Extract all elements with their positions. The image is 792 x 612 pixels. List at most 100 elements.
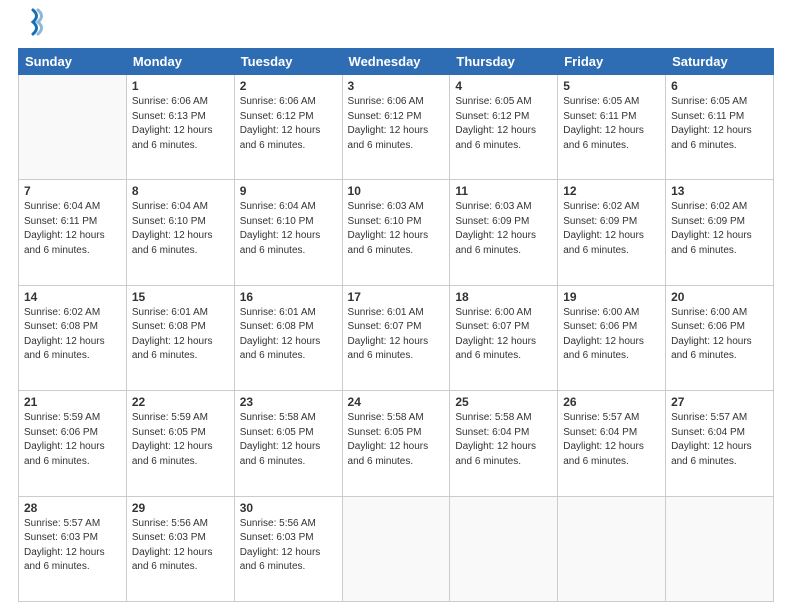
day-number: 14 bbox=[24, 290, 121, 304]
calendar-cell: 25 Sunrise: 5:58 AM Sunset: 6:04 PM Dayli… bbox=[450, 391, 558, 496]
day-number: 1 bbox=[132, 79, 229, 93]
day-info: Sunrise: 6:05 AM Sunset: 6:11 PM Dayligh… bbox=[563, 95, 660, 153]
calendar-cell: 21 Sunrise: 5:59 AM Sunset: 6:06 PM Dayli… bbox=[19, 391, 127, 496]
day-info: Sunrise: 6:02 AM Sunset: 6:09 PM Dayligh… bbox=[563, 200, 660, 258]
page: General Blue SundayMondayTuesdayWednesda… bbox=[0, 0, 792, 612]
day-info: Sunrise: 6:02 AM Sunset: 6:09 PM Dayligh… bbox=[671, 200, 768, 258]
calendar-cell: 14 Sunrise: 6:02 AM Sunset: 6:08 PM Dayli… bbox=[19, 285, 127, 390]
day-number: 19 bbox=[563, 290, 660, 304]
day-info: Sunrise: 5:56 AM Sunset: 6:03 PM Dayligh… bbox=[240, 517, 337, 575]
day-number: 18 bbox=[455, 290, 552, 304]
calendar-cell: 20 Sunrise: 6:00 AM Sunset: 6:06 PM Dayli… bbox=[666, 285, 774, 390]
header: General Blue bbox=[18, 18, 774, 38]
day-info: Sunrise: 6:05 AM Sunset: 6:12 PM Dayligh… bbox=[455, 95, 552, 153]
day-info: Sunrise: 6:04 AM Sunset: 6:10 PM Dayligh… bbox=[132, 200, 229, 258]
calendar-cell: 30 Sunrise: 5:56 AM Sunset: 6:03 PM Dayli… bbox=[234, 496, 342, 601]
calendar-cell: 27 Sunrise: 5:57 AM Sunset: 6:04 PM Dayli… bbox=[666, 391, 774, 496]
day-info: Sunrise: 6:00 AM Sunset: 6:07 PM Dayligh… bbox=[455, 306, 552, 364]
weekday-header-tuesday: Tuesday bbox=[234, 49, 342, 75]
calendar-cell bbox=[666, 496, 774, 601]
logo-wave-icon bbox=[22, 8, 44, 38]
calendar-cell: 8 Sunrise: 6:04 AM Sunset: 6:10 PM Daylig… bbox=[126, 180, 234, 285]
day-info: Sunrise: 6:03 AM Sunset: 6:09 PM Dayligh… bbox=[455, 200, 552, 258]
day-number: 16 bbox=[240, 290, 337, 304]
calendar-cell: 17 Sunrise: 6:01 AM Sunset: 6:07 PM Dayli… bbox=[342, 285, 450, 390]
day-number: 27 bbox=[671, 395, 768, 409]
calendar-cell: 7 Sunrise: 6:04 AM Sunset: 6:11 PM Daylig… bbox=[19, 180, 127, 285]
day-number: 6 bbox=[671, 79, 768, 93]
day-number: 20 bbox=[671, 290, 768, 304]
day-number: 7 bbox=[24, 184, 121, 198]
calendar-cell: 13Sunrise: 6:02 AM Sunset: 6:09 PM Dayli… bbox=[666, 180, 774, 285]
day-info: Sunrise: 6:00 AM Sunset: 6:06 PM Dayligh… bbox=[671, 306, 768, 364]
day-info: Sunrise: 5:57 AM Sunset: 6:04 PM Dayligh… bbox=[671, 411, 768, 469]
calendar-cell: 9 Sunrise: 6:04 AM Sunset: 6:10 PM Daylig… bbox=[234, 180, 342, 285]
day-number: 28 bbox=[24, 501, 121, 515]
day-number: 23 bbox=[240, 395, 337, 409]
day-info: Sunrise: 6:06 AM Sunset: 6:12 PM Dayligh… bbox=[348, 95, 445, 153]
calendar-cell bbox=[450, 496, 558, 601]
day-number: 15 bbox=[132, 290, 229, 304]
day-info: Sunrise: 6:05 AM Sunset: 6:11 PM Dayligh… bbox=[671, 95, 768, 153]
calendar-week-row: 14 Sunrise: 6:02 AM Sunset: 6:08 PM Dayli… bbox=[19, 285, 774, 390]
weekday-header-thursday: Thursday bbox=[450, 49, 558, 75]
day-number: 10 bbox=[348, 184, 445, 198]
calendar-cell: 29Sunrise: 5:56 AM Sunset: 6:03 PM Dayli… bbox=[126, 496, 234, 601]
day-number: 29 bbox=[132, 501, 229, 515]
day-info: Sunrise: 6:00 AM Sunset: 6:06 PM Dayligh… bbox=[563, 306, 660, 364]
calendar-cell: 19 Sunrise: 6:00 AM Sunset: 6:06 PM Dayli… bbox=[558, 285, 666, 390]
day-number: 5 bbox=[563, 79, 660, 93]
day-info: Sunrise: 6:04 AM Sunset: 6:10 PM Dayligh… bbox=[240, 200, 337, 258]
calendar-cell bbox=[342, 496, 450, 601]
calendar-cell: 24Sunrise: 5:58 AM Sunset: 6:05 PM Dayli… bbox=[342, 391, 450, 496]
day-info: Sunrise: 6:06 AM Sunset: 6:13 PM Dayligh… bbox=[132, 95, 229, 153]
weekday-header-wednesday: Wednesday bbox=[342, 49, 450, 75]
day-info: Sunrise: 5:59 AM Sunset: 6:05 PM Dayligh… bbox=[132, 411, 229, 469]
day-number: 2 bbox=[240, 79, 337, 93]
calendar-cell: 3 Sunrise: 6:06 AM Sunset: 6:12 PM Daylig… bbox=[342, 75, 450, 180]
weekday-header-monday: Monday bbox=[126, 49, 234, 75]
calendar-cell: 26Sunrise: 5:57 AM Sunset: 6:04 PM Dayli… bbox=[558, 391, 666, 496]
day-info: Sunrise: 6:04 AM Sunset: 6:11 PM Dayligh… bbox=[24, 200, 121, 258]
day-info: Sunrise: 6:01 AM Sunset: 6:07 PM Dayligh… bbox=[348, 306, 445, 364]
calendar-cell: 4 Sunrise: 6:05 AM Sunset: 6:12 PM Daylig… bbox=[450, 75, 558, 180]
day-number: 11 bbox=[455, 184, 552, 198]
calendar-week-row: 1 Sunrise: 6:06 AM Sunset: 6:13 PM Daylig… bbox=[19, 75, 774, 180]
day-number: 21 bbox=[24, 395, 121, 409]
day-number: 24 bbox=[348, 395, 445, 409]
day-number: 30 bbox=[240, 501, 337, 515]
calendar-table: SundayMondayTuesdayWednesdayThursdayFrid… bbox=[18, 48, 774, 602]
day-number: 9 bbox=[240, 184, 337, 198]
calendar-cell: 11 Sunrise: 6:03 AM Sunset: 6:09 PM Dayli… bbox=[450, 180, 558, 285]
day-number: 17 bbox=[348, 290, 445, 304]
day-number: 3 bbox=[348, 79, 445, 93]
day-number: 22 bbox=[132, 395, 229, 409]
calendar-cell: 5 Sunrise: 6:05 AM Sunset: 6:11 PM Daylig… bbox=[558, 75, 666, 180]
day-number: 8 bbox=[132, 184, 229, 198]
calendar-week-row: 28Sunrise: 5:57 AM Sunset: 6:03 PM Dayli… bbox=[19, 496, 774, 601]
calendar-cell: 16 Sunrise: 6:01 AM Sunset: 6:08 PM Dayli… bbox=[234, 285, 342, 390]
calendar-cell: 18 Sunrise: 6:00 AM Sunset: 6:07 PM Dayli… bbox=[450, 285, 558, 390]
weekday-header-sunday: Sunday bbox=[19, 49, 127, 75]
calendar-week-row: 21 Sunrise: 5:59 AM Sunset: 6:06 PM Dayli… bbox=[19, 391, 774, 496]
day-number: 12 bbox=[563, 184, 660, 198]
calendar-cell: 2 Sunrise: 6:06 AM Sunset: 6:12 PM Daylig… bbox=[234, 75, 342, 180]
calendar-cell: 6 Sunrise: 6:05 AM Sunset: 6:11 PM Daylig… bbox=[666, 75, 774, 180]
day-info: Sunrise: 6:06 AM Sunset: 6:12 PM Dayligh… bbox=[240, 95, 337, 153]
weekday-header-friday: Friday bbox=[558, 49, 666, 75]
calendar-cell: 10 Sunrise: 6:03 AM Sunset: 6:10 PM Dayli… bbox=[342, 180, 450, 285]
calendar-cell: 28Sunrise: 5:57 AM Sunset: 6:03 PM Dayli… bbox=[19, 496, 127, 601]
day-number: 25 bbox=[455, 395, 552, 409]
day-info: Sunrise: 5:59 AM Sunset: 6:06 PM Dayligh… bbox=[24, 411, 121, 469]
day-info: Sunrise: 5:57 AM Sunset: 6:04 PM Dayligh… bbox=[563, 411, 660, 469]
day-number: 4 bbox=[455, 79, 552, 93]
calendar-cell: 22 Sunrise: 5:59 AM Sunset: 6:05 PM Dayli… bbox=[126, 391, 234, 496]
day-info: Sunrise: 5:58 AM Sunset: 6:05 PM Dayligh… bbox=[240, 411, 337, 469]
day-info: Sunrise: 6:01 AM Sunset: 6:08 PM Dayligh… bbox=[240, 306, 337, 364]
day-info: Sunrise: 6:02 AM Sunset: 6:08 PM Dayligh… bbox=[24, 306, 121, 364]
day-info: Sunrise: 5:58 AM Sunset: 6:04 PM Dayligh… bbox=[455, 411, 552, 469]
calendar-cell: 15Sunrise: 6:01 AM Sunset: 6:08 PM Dayli… bbox=[126, 285, 234, 390]
calendar-week-row: 7 Sunrise: 6:04 AM Sunset: 6:11 PM Daylig… bbox=[19, 180, 774, 285]
day-info: Sunrise: 6:03 AM Sunset: 6:10 PM Dayligh… bbox=[348, 200, 445, 258]
calendar-cell: 1 Sunrise: 6:06 AM Sunset: 6:13 PM Daylig… bbox=[126, 75, 234, 180]
